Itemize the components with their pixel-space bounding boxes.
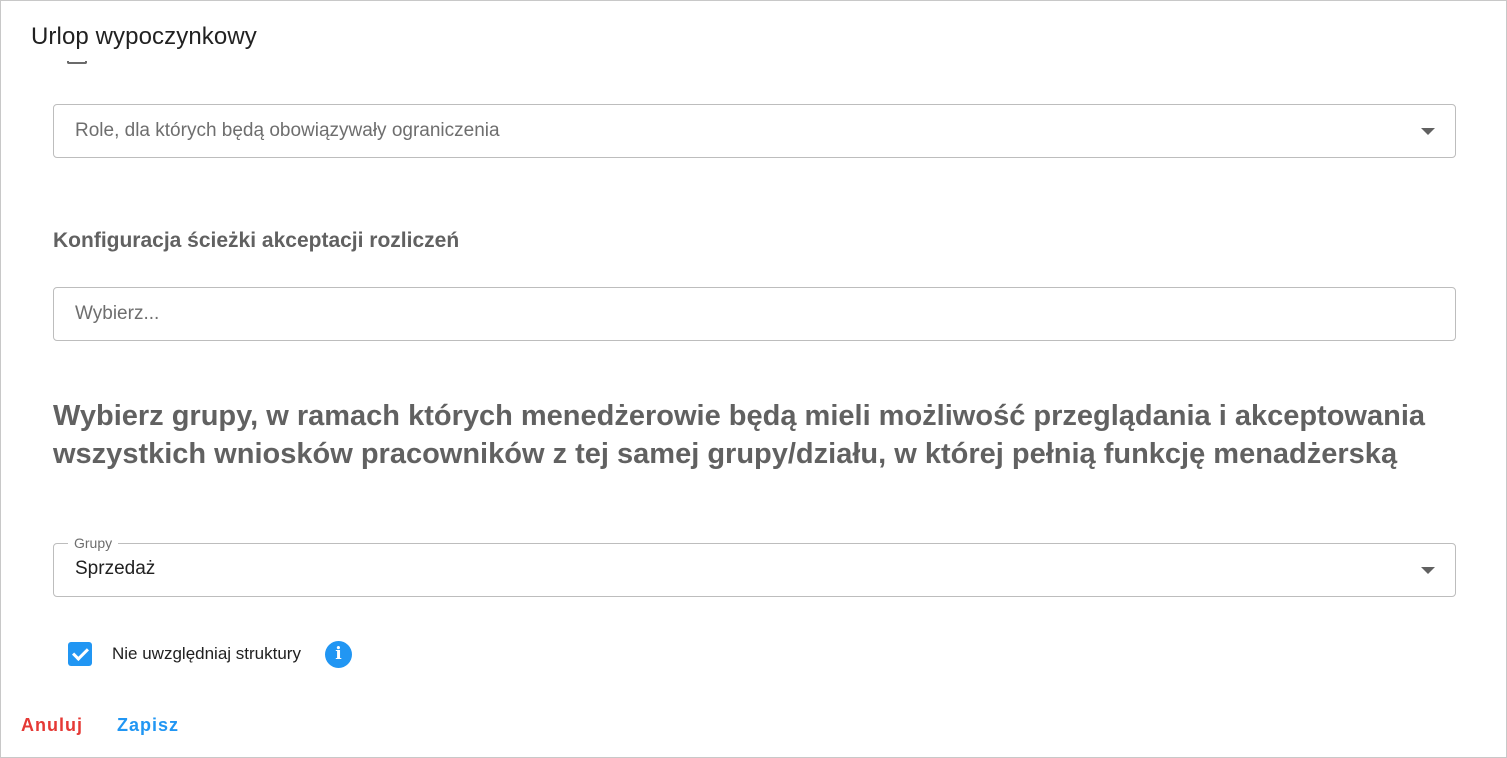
groups-select-value: Sprzedaż: [75, 558, 156, 579]
acceptance-path-heading: Konfiguracja ścieżki akceptacji rozlicze…: [53, 229, 460, 252]
dialog-actions: Anuluj Zapisz: [21, 715, 179, 736]
info-icon[interactable]: i: [324, 640, 352, 668]
roles-select[interactable]: Role, dla których będą obowiązywały ogra…: [53, 104, 1456, 158]
dialog: Urlop wypoczynkowy Role, dla których będ…: [0, 0, 1507, 758]
cancel-button[interactable]: Anuluj: [21, 715, 83, 736]
partially-hidden-checkbox[interactable]: [67, 61, 87, 64]
acceptance-path-select[interactable]: Wybierz...: [53, 287, 1456, 341]
partially-hidden-checkbox-row[interactable]: [67, 61, 667, 67]
save-button[interactable]: Zapisz: [117, 715, 179, 736]
ignore-structure-row: Nie uwzględniaj struktury i: [68, 640, 352, 668]
acceptance-path-placeholder: Wybierz...: [75, 303, 160, 324]
ignore-structure-label[interactable]: Nie uwzględniaj struktury: [112, 644, 301, 664]
dialog-content[interactable]: Role, dla których będą obowiązywały ogra…: [1, 61, 1506, 691]
chevron-down-icon[interactable]: [1421, 128, 1435, 135]
groups-select-label: Grupy: [68, 535, 119, 551]
dialog-title: Urlop wypoczynkowy: [31, 23, 257, 50]
roles-select-placeholder: Role, dla których będą obowiązywały ogra…: [75, 120, 500, 141]
groups-select[interactable]: Grupy Sprzedaż: [53, 535, 1456, 597]
ignore-structure-checkbox[interactable]: [68, 642, 92, 666]
groups-section-heading: Wybierz grupy, w ramach których menedżer…: [53, 400, 1426, 470]
chevron-down-icon[interactable]: [1421, 567, 1435, 574]
